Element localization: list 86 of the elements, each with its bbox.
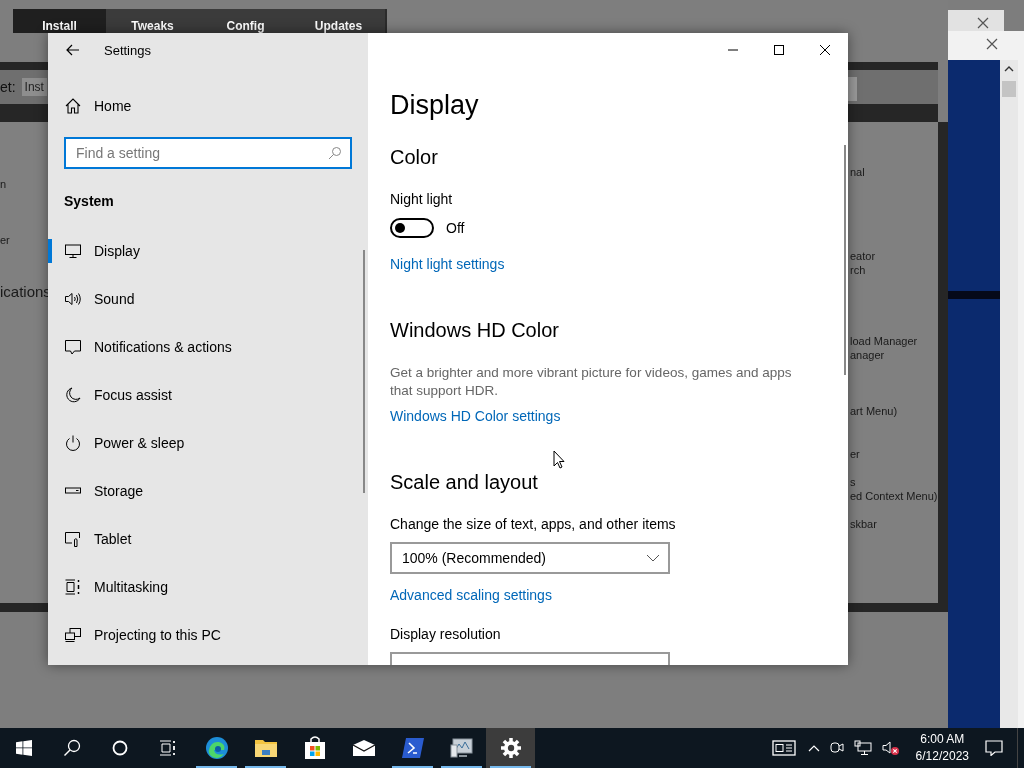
news-icon[interactable] — [771, 740, 796, 756]
windows-logo-icon[interactable] — [16, 740, 32, 756]
multitasking-icon — [64, 578, 82, 596]
section-heading: Scale and layout — [390, 470, 539, 495]
preset-field[interactable]: Inst — [21, 78, 47, 96]
option-label: er — [0, 234, 10, 246]
speaker-icon — [64, 290, 82, 308]
monitor-icon — [449, 737, 474, 759]
message-icon — [64, 338, 82, 356]
settings-link[interactable]: Windows HD Color settings — [390, 406, 561, 426]
muted-speaker-icon[interactable] — [881, 740, 900, 756]
nav-item[interactable]: Projecting to this PC — [48, 611, 368, 659]
nav-item[interactable]: Home — [48, 82, 368, 130]
option-label: s — [850, 476, 856, 488]
dropdown[interactable]: 100% (Recommended) — [390, 542, 670, 574]
search-icon — [328, 146, 342, 160]
circle-icon[interactable] — [112, 740, 128, 756]
terminal-icon — [400, 737, 425, 759]
tab[interactable]: Install — [13, 9, 106, 33]
nav-item[interactable]: Storage — [48, 467, 368, 515]
envelope-icon — [351, 739, 376, 757]
section-heading: System — [64, 192, 115, 211]
option-label: ed Context Menu) — [850, 490, 938, 502]
option-label: er — [850, 448, 860, 460]
clock-time: 6:00 AM — [920, 731, 965, 748]
folder-icon — [253, 737, 278, 759]
nav-item[interactable]: Sound — [48, 275, 368, 323]
task-view-icon[interactable] — [159, 740, 177, 756]
monitor-icon — [64, 242, 82, 260]
clock-date: 6/12/2023 — [915, 748, 969, 765]
setting-label: Display resolution — [390, 625, 502, 644]
option-label: art Menu) — [850, 405, 898, 417]
chevron-down-icon — [646, 554, 660, 562]
scrollbar[interactable] — [1000, 60, 1018, 728]
window-title: Settings — [104, 42, 151, 58]
nav-item[interactable]: Notifications & actions — [48, 323, 368, 371]
field-label: et: — [0, 79, 16, 95]
nav-item[interactable]: Power & sleep — [48, 419, 368, 467]
shopping-bag-icon — [303, 736, 326, 760]
settings-link[interactable]: Night light settings — [390, 254, 505, 274]
settings-link[interactable]: Advanced scaling settings — [390, 585, 552, 605]
search-icon[interactable] — [63, 739, 81, 757]
back-arrow-icon[interactable] — [66, 44, 80, 56]
tab[interactable]: Config — [199, 9, 292, 33]
nav-item[interactable]: Multitasking — [48, 563, 368, 611]
option-label: eator — [850, 250, 876, 262]
option-label: nal — [850, 166, 865, 178]
moon-icon — [64, 386, 82, 404]
caret-up-icon[interactable] — [1004, 65, 1014, 73]
power-icon — [64, 434, 82, 452]
cursor-icon — [553, 450, 565, 469]
option-label: rch — [850, 264, 866, 276]
section-heading: Windows HD Color — [390, 318, 560, 343]
setting-label: Change the size of text, apps, and other items — [390, 515, 677, 534]
network-icon[interactable] — [853, 740, 872, 756]
description-text: Get a brighter and more vibrant picture for videos, games and apps that support HDR. — [390, 364, 793, 400]
home-icon — [64, 97, 82, 115]
option-label: load Manager — [850, 335, 918, 347]
tablet-icon — [64, 530, 82, 548]
toggle-switch[interactable] — [390, 218, 434, 238]
toggle-state: Off — [446, 220, 465, 236]
close-icon[interactable] — [819, 44, 831, 56]
nav-item[interactable]: Display — [48, 227, 368, 275]
gear-icon — [499, 737, 522, 759]
projecting-icon — [64, 626, 82, 644]
section-heading: Color — [390, 145, 439, 170]
notification-icon[interactable] — [985, 740, 1003, 756]
option-label: skbar — [850, 518, 877, 530]
search-field[interactable]: Find a setting — [64, 137, 352, 169]
chevron-up-icon[interactable] — [807, 744, 820, 752]
setting-label: Night light — [390, 190, 454, 209]
scrollbar-thumb[interactable] — [1002, 81, 1016, 97]
nav-item[interactable]: Tablet — [48, 515, 368, 563]
tab[interactable]: Updates — [292, 9, 385, 33]
clock[interactable]: 6:00 AM 6/12/2023 — [909, 731, 975, 765]
taskbar-app[interactable] — [486, 728, 535, 768]
option-label: ications — [0, 283, 51, 300]
camera-icon[interactable] — [829, 740, 844, 756]
close-icon[interactable] — [986, 38, 998, 50]
maximize-icon[interactable] — [773, 44, 785, 56]
page-title: Display — [390, 89, 480, 122]
swirl-icon — [204, 736, 229, 760]
option-label: n — [0, 178, 7, 190]
tab[interactable]: Tweaks — [106, 9, 199, 33]
option-label: anager — [850, 349, 885, 361]
nav-item[interactable]: Focus assist — [48, 371, 368, 419]
